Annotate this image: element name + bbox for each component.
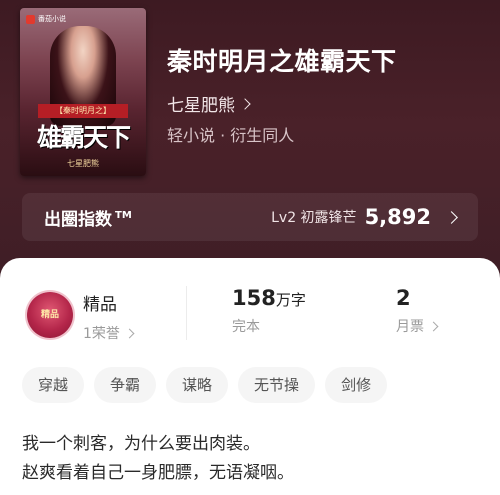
word-unit: 万字 xyxy=(275,291,306,309)
app-logo-icon xyxy=(26,14,35,24)
popularity-level: Lv2 初露锋芒 xyxy=(271,210,357,226)
honor-link[interactable]: 1荣誉 xyxy=(83,323,135,343)
book-title: 秦时明月之雄霸天下 xyxy=(167,47,397,76)
chevron-right-icon xyxy=(239,97,251,110)
book-header: 番茄小说 【秦时明月之】 雄霸天下 七星肥熊 秦时明月之雄霸天下 七星肥熊 轻小… xyxy=(0,0,500,275)
stats-divider xyxy=(186,286,187,340)
monthly-ticket-count: 2 xyxy=(396,286,411,310)
completion-status: 完本 xyxy=(232,319,260,335)
trademark-mark: TM xyxy=(115,209,132,221)
author-name: 七星肥熊 xyxy=(167,96,235,116)
tag-chip[interactable]: 谋略 xyxy=(166,367,229,403)
popularity-label: 出圈指数 TM xyxy=(44,209,132,230)
quality-label: 精品 xyxy=(83,295,117,315)
word-count: 158 xyxy=(232,286,276,310)
stats-row: 精品 精品 1荣誉 158万字 完本 2 月票 xyxy=(0,280,500,350)
word-count-stat: 158万字 完本 xyxy=(232,286,306,336)
cover-title: 雄霸天下 xyxy=(36,123,131,152)
synopsis-line: 赵爽看着自己一身肥膘，无语凝咽。 xyxy=(22,463,294,483)
tag-chip[interactable]: 穿越 xyxy=(22,367,85,403)
tag-chip[interactable]: 争霸 xyxy=(94,367,157,403)
book-cover[interactable]: 番茄小说 【秦时明月之】 雄霸天下 七星肥熊 xyxy=(20,8,146,176)
popularity-index-bar[interactable]: 出圈指数 TM Lv2 初露锋芒 5,892 xyxy=(22,193,478,241)
tag-chip[interactable]: 剑修 xyxy=(325,367,388,403)
monthly-ticket-label: 月票 xyxy=(396,319,424,335)
monthly-ticket-stat[interactable]: 2 月票 xyxy=(396,286,439,336)
author-link[interactable]: 七星肥熊 xyxy=(167,91,251,116)
cover-subtitle: 【秦时明月之】 xyxy=(38,104,128,118)
chevron-right-icon xyxy=(445,210,458,224)
chevron-right-icon xyxy=(428,321,439,331)
quality-stat[interactable]: 精品 1荣誉 xyxy=(83,290,135,343)
tag-list: 穿越 争霸 谋略 无节操 剑修 xyxy=(22,367,388,403)
synopsis-line: 我一个刺客，为什么要出肉装。 xyxy=(22,434,260,454)
cover-app-logo: 番茄小说 xyxy=(26,14,66,24)
book-synopsis[interactable]: 我一个刺客，为什么要出肉装。 赵爽看着自己一身肥膘，无语凝咽。 xyxy=(22,430,482,488)
honor-count: 1荣誉 xyxy=(83,326,120,342)
book-info-card: 精品 精品 1荣誉 158万字 完本 2 月票 穿越 争霸 谋略 无节操 剑修 … xyxy=(0,258,500,495)
book-genre: 轻小说 · 衍生同人 xyxy=(167,126,295,145)
quality-badge-icon: 精品 xyxy=(27,292,73,338)
chevron-right-icon xyxy=(124,328,135,338)
popularity-value: 5,892 xyxy=(364,205,431,229)
popularity-value-group: Lv2 初露锋芒 5,892 xyxy=(271,205,458,229)
tag-chip[interactable]: 无节操 xyxy=(238,367,316,403)
cover-author: 七星肥熊 xyxy=(67,159,99,168)
cover-app-name: 番茄小说 xyxy=(38,15,66,23)
